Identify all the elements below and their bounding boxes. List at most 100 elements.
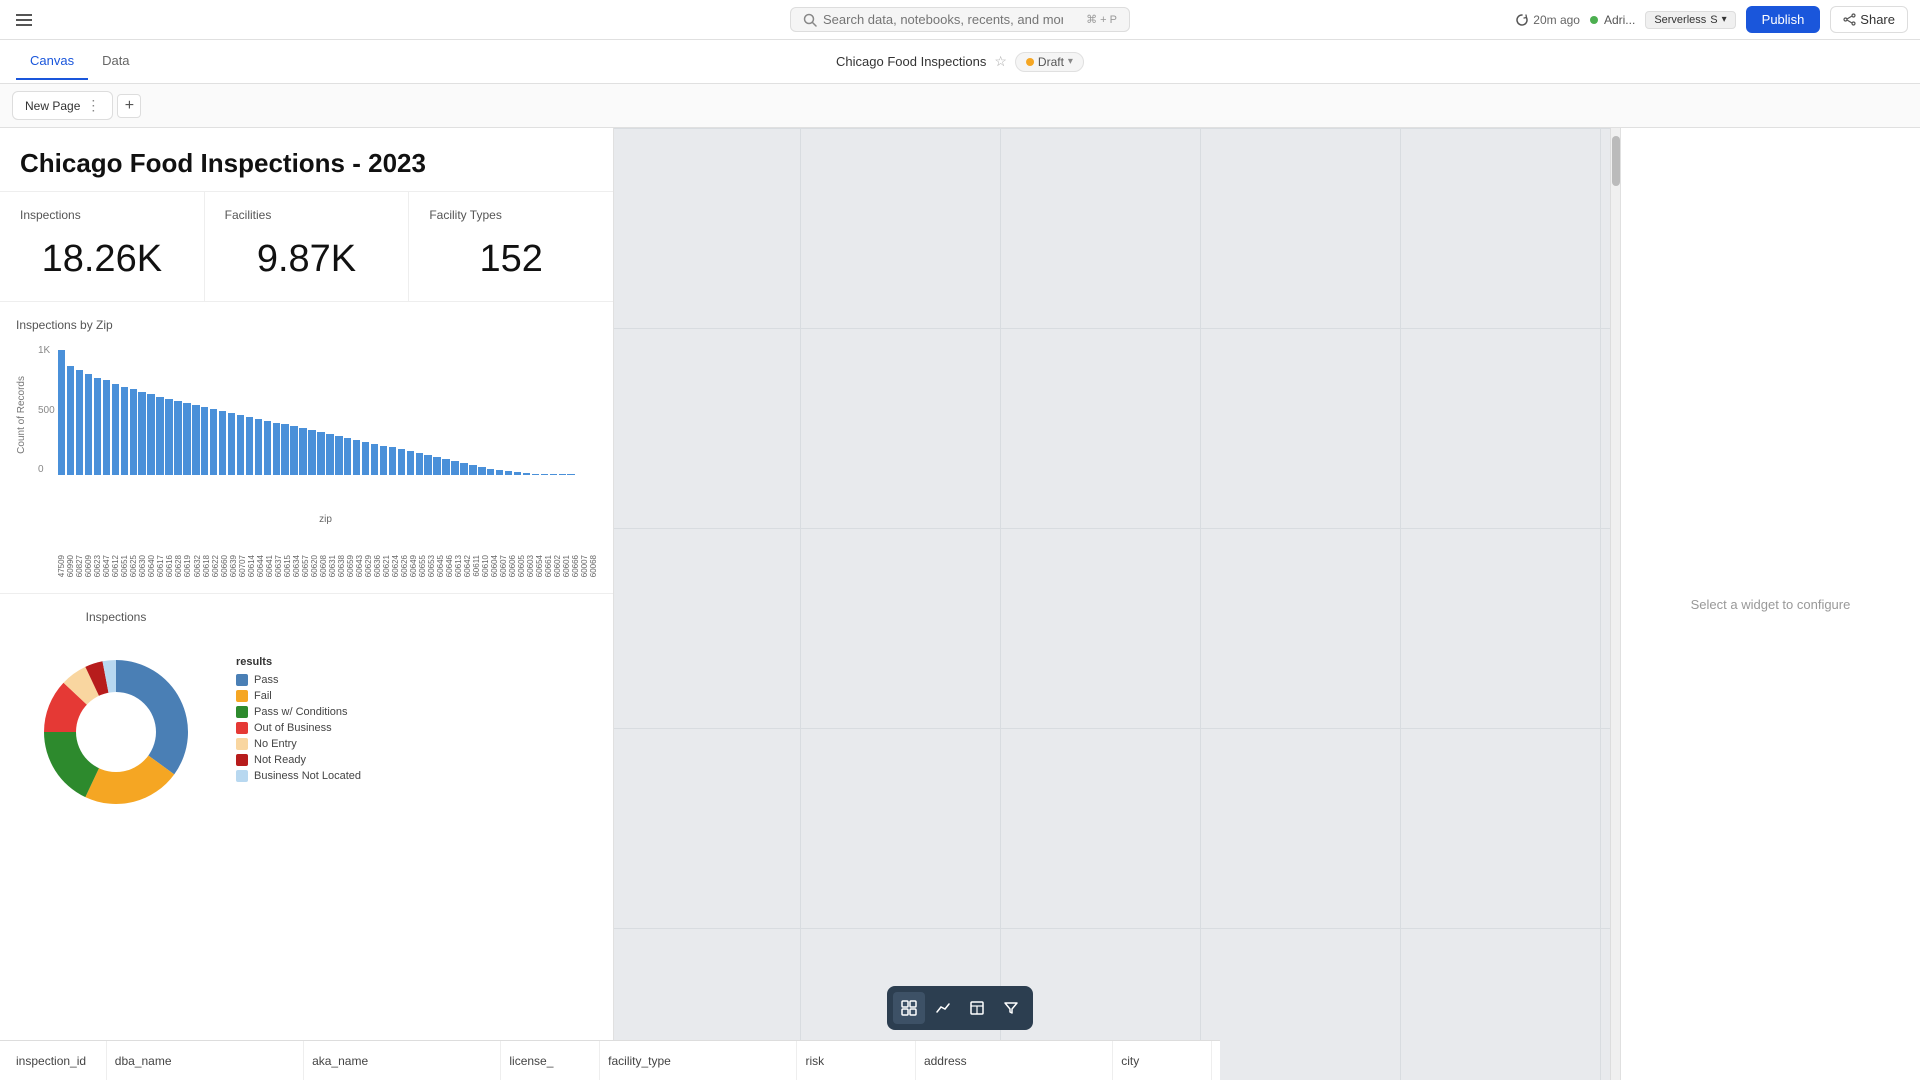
bar-item <box>183 403 190 475</box>
zip-label-item: 60660 <box>220 525 228 577</box>
filter-icon <box>1003 1000 1019 1016</box>
kpi-facility-types-label: Facility Types <box>429 208 593 222</box>
legend-label: Business Not Located <box>254 770 361 782</box>
col-address: address <box>916 1041 1113 1080</box>
zip-label-item: 60647 <box>103 525 111 577</box>
serverless-badge[interactable]: Serverless S ▾ <box>1645 11 1735 29</box>
legend-color <box>236 706 248 718</box>
donut-title: Inspections <box>16 610 216 624</box>
legend-label: Fail <box>254 690 272 702</box>
kpi-facilities[interactable]: Facilities 9.87K <box>205 192 410 301</box>
menu-icon[interactable] <box>12 10 36 30</box>
bar-item <box>165 399 172 475</box>
legend-color <box>236 754 248 766</box>
bar-item <box>192 405 199 475</box>
zip-label-item: 60631 <box>328 525 336 577</box>
vertical-scrollbar[interactable] <box>1610 128 1620 1080</box>
bar-item <box>505 471 512 475</box>
bar-item <box>460 463 467 475</box>
scrollbar-thumb <box>1612 136 1620 186</box>
zip-label-item: 60622 <box>211 525 219 577</box>
toolbar-widget-button[interactable] <box>893 992 925 1024</box>
zip-label-item: 60606 <box>509 525 517 577</box>
bar-item <box>407 451 414 475</box>
kpi-inspections[interactable]: Inspections 18.26K <box>0 192 205 301</box>
toolbar-filter-button[interactable] <box>995 992 1027 1024</box>
search-input[interactable] <box>823 12 1063 27</box>
search-bar[interactable]: ⌘ + P <box>790 7 1130 32</box>
toolbar-layout-button[interactable] <box>961 992 993 1024</box>
bar-item <box>156 397 163 475</box>
bar-chart-container: Count of Records 1K 500 0 zip <box>16 340 597 525</box>
bar-item <box>147 394 154 475</box>
legend-item: Out of Business <box>236 722 361 734</box>
x-axis-label: zip <box>58 514 593 525</box>
bar-item <box>541 474 548 475</box>
col-license: license_ <box>501 1041 600 1080</box>
bar-item <box>478 467 485 475</box>
tab-data[interactable]: Data <box>88 43 143 80</box>
topbar-right: 20m ago Adri... Serverless S ▾ Publish S… <box>1515 6 1908 33</box>
zip-label-item: 60653 <box>428 525 436 577</box>
canvas-area[interactable]: Chicago Food Inspections - 2023 Inspecti… <box>0 128 1620 1080</box>
dashboard-title: Chicago Food Inspections - 2023 <box>20 148 593 179</box>
legend-item: Fail <box>236 690 361 702</box>
legend-label: No Entry <box>254 738 297 750</box>
tab-canvas[interactable]: Canvas <box>16 43 88 80</box>
bar-chart-section: Inspections by Zip Count of Records 1K 5… <box>0 302 613 594</box>
publish-button[interactable]: Publish <box>1746 6 1821 33</box>
share-button[interactable]: Share <box>1830 6 1908 33</box>
zip-label-item: 60624 <box>392 525 400 577</box>
bar-item <box>138 392 145 475</box>
widget-icon <box>901 1000 917 1016</box>
zip-label-item: 60642 <box>464 525 472 577</box>
bar-item <box>433 457 440 475</box>
donut-chart-svg <box>16 632 216 832</box>
zip-label-item: 60610 <box>482 525 490 577</box>
add-page-button[interactable]: + <box>117 94 141 118</box>
legend-item: Not Ready <box>236 754 361 766</box>
legend-color <box>236 674 248 686</box>
zip-label-item: 60615 <box>283 525 291 577</box>
kpi-facility-types[interactable]: Facility Types 152 <box>409 192 613 301</box>
zip-label-item: 60605 <box>518 525 526 577</box>
zip-label-item: 60657 <box>301 525 309 577</box>
col-city: city <box>1113 1041 1212 1080</box>
zip-label-item: 60609 <box>85 525 93 577</box>
toolbar-chart-button[interactable] <box>927 992 959 1024</box>
legend-label: Pass w/ Conditions <box>254 706 348 718</box>
legend-color <box>236 738 248 750</box>
topbar: ⌘ + P 20m ago Adri... Serverless S ▾ Pub… <box>0 0 1920 40</box>
legend-item: Pass <box>236 674 361 686</box>
bar-item <box>567 474 574 475</box>
zip-label-item: 60616 <box>166 525 174 577</box>
bar-item <box>514 472 521 475</box>
zip-label-item: 60604 <box>491 525 499 577</box>
zip-label-item: 60621 <box>383 525 391 577</box>
bar-item <box>246 417 253 475</box>
zip-label-item: 60602 <box>554 525 562 577</box>
bar-item <box>362 442 369 475</box>
nav-tabs: Canvas Data <box>16 43 144 80</box>
donut-legend: results PassFailPass w/ ConditionsOut of… <box>236 656 361 786</box>
search-icon <box>803 13 817 27</box>
doc-title: Chicago Food Inspections ☆ Draft ▾ <box>836 52 1084 72</box>
page-tab-menu-icon[interactable]: ⋮ <box>86 97 100 114</box>
legend-label: Not Ready <box>254 754 306 766</box>
bar-item <box>237 415 244 475</box>
draft-badge[interactable]: Draft ▾ <box>1015 52 1084 72</box>
bar-item <box>469 465 476 475</box>
zip-label-item: 60628 <box>175 525 183 577</box>
sync-info: 20m ago <box>1515 13 1580 27</box>
sync-time: 20m ago <box>1533 13 1580 27</box>
page-tab-new-page[interactable]: New Page ⋮ <box>12 91 113 120</box>
zip-label-item: 60611 <box>473 525 481 577</box>
star-icon[interactable]: ☆ <box>994 53 1007 70</box>
bar-item <box>130 389 137 475</box>
legend-item: Business Not Located <box>236 770 361 782</box>
bar-item <box>442 459 449 475</box>
bar-item <box>344 438 351 475</box>
col-aka-name: aka_name <box>304 1041 501 1080</box>
bar-item <box>94 378 101 475</box>
zip-label-item: 47509 <box>58 525 66 577</box>
